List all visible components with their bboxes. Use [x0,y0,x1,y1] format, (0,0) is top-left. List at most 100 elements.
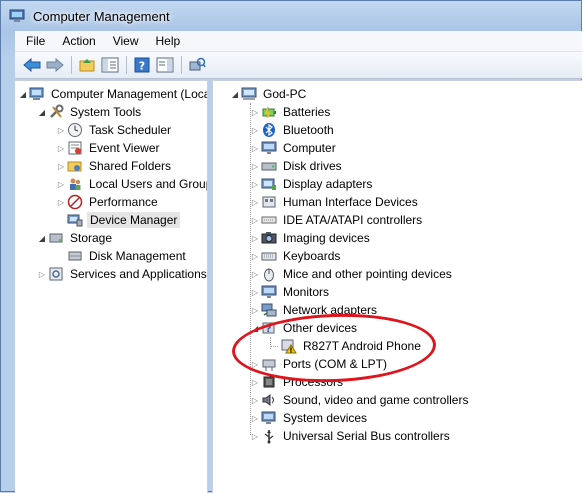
device-tree-item[interactable]: ▷ Processors [249,373,345,391]
expand-arrow-icon[interactable]: ▷ [36,265,48,283]
device-tree-item-label: Batteries [283,105,331,119]
console-tree-item[interactable]: ▷ Services and Applications [36,265,207,283]
device-tree-item-label: Ports (COM & LPT) [283,357,388,371]
device-tree-item[interactable]: ▷ System devices [249,409,369,427]
device-tree-item[interactable]: ▷ Display adapters [249,175,374,193]
console-tree-pane[interactable]: ◢ Computer Management (Local ◢ System Tools… [15,80,208,493]
device-tree-item[interactable]: ▷ Batteries [249,103,332,121]
console-tree-item-label: Shared Folders [89,159,172,173]
console-tree-item[interactable]: ◢ System Tools [36,103,143,121]
device-tree-item-label: IDE ATA/ATAPI controllers [283,213,423,227]
device-tree-item[interactable]: ▷ Network adapters [249,301,379,319]
device-tree-item[interactable]: ▷ Human Interface Devices [249,193,420,211]
device-tree-item[interactable]: ▷ Monitors [249,283,331,301]
expand-arrow-icon[interactable]: ▷ [55,175,67,193]
help-icon[interactable]: ? [131,54,153,76]
device-tree-item[interactable]: ▷ Keyboards [249,247,342,265]
mouse-icon [261,266,277,282]
up-folder-icon[interactable] [76,54,98,76]
device-tree-item-label: Bluetooth [283,123,334,137]
tree-connector-line [270,346,278,347]
console-tree-item[interactable]: Disk Management [55,247,188,265]
port-icon [261,356,277,372]
collapse-arrow-icon[interactable]: ◢ [17,85,29,103]
device-tree-item-label: Network adapters [283,303,378,317]
console-tree-item[interactable]: ▷ Performance [55,193,160,211]
console-tree-item[interactable]: ◢ Storage [36,229,114,247]
device-tree-item[interactable]: ▷ Sound, video and game controllers [249,391,470,409]
console-tree-item[interactable]: Device Manager [55,211,181,229]
console-tree-item-label: Performance [89,195,158,209]
usb-icon [261,428,277,444]
console-tree-item-label: System Tools [70,105,142,119]
device-tree-item[interactable]: ▷ IDE ATA/ATAPI controllers [249,211,424,229]
console-tree-item-label: Services and Applications [70,267,207,281]
console-tree-item[interactable]: ▷ Shared Folders [55,157,173,175]
show-hide-console-tree-icon[interactable] [99,54,121,76]
collapse-arrow-icon[interactable]: ◢ [36,103,48,121]
disk-drive-icon [261,158,277,174]
device-tree-item[interactable]: ▷ Bluetooth [249,121,336,139]
svg-text:!: ! [289,347,292,355]
console-tree-item-label: Task Scheduler [89,123,172,137]
device-manager-icon [67,212,83,228]
expand-arrow-icon[interactable]: ▷ [55,139,67,157]
device-tree-item-label: Keyboards [283,249,341,263]
expand-arrow-icon[interactable]: ▷ [55,157,67,175]
system-devices-icon [261,410,277,426]
services-icon [48,266,64,282]
console-tree-item-label: Device Manager [87,212,181,228]
console-tree-item[interactable]: ◢ Computer Management (Local [17,85,208,103]
scan-hardware-icon[interactable] [186,54,208,76]
console-tree-item-label: Computer Management (Local [51,87,208,101]
tree-connector-line [250,103,251,435]
device-tree-item[interactable]: ◢ God-PC [229,85,308,103]
console-tree-item[interactable]: ▷ Task Scheduler [55,121,173,139]
toolbar-separator [126,56,127,74]
menu-action[interactable]: Action [51,34,101,48]
computer-icon [241,86,257,102]
menu-view[interactable]: View [102,34,145,48]
device-tree-item-label: Universal Serial Bus controllers [283,429,450,443]
menu-help[interactable]: Help [145,34,187,48]
console-tree-item-label: Storage [70,231,113,245]
expand-arrow-icon[interactable]: ▷ [55,121,67,139]
computer-management-icon [9,8,25,24]
device-tree-item-label: Imaging devices [283,231,370,245]
device-tree-item[interactable]: ▷ Mice and other pointing devices [249,265,454,283]
tree-connector-line [270,337,271,349]
window-title: Computer Management [33,8,170,24]
console-tree-item[interactable]: ▷ Local Users and Groups [55,175,208,193]
device-tree-pane[interactable]: ◢ God-PC ▷ Batteries ▷ Bluetooth ▷ Computer ▷ Dis… [212,80,582,493]
device-tree-item-label: God-PC [263,87,307,101]
forward-arrow-icon[interactable] [44,54,66,76]
title-bar[interactable]: Computer Management [1,1,581,31]
collapse-arrow-icon[interactable]: ◢ [36,229,48,247]
device-tree-item[interactable]: ◢? Other devices [249,319,359,337]
device-tree-item[interactable]: ▷ Disk drives [249,157,344,175]
back-arrow-icon[interactable] [21,54,43,76]
show-hide-action-pane-icon[interactable] [154,54,176,76]
device-tree-item[interactable]: ▷ Universal Serial Bus controllers [249,427,452,445]
toolbar: ? [15,52,582,79]
device-tree-item-label: Mice and other pointing devices [283,267,452,281]
ide-icon [261,212,277,228]
device-tree-item-label: Display adapters [283,177,373,191]
performance-icon [67,194,83,210]
device-tree-item-label: Computer [283,141,336,155]
device-tree-item[interactable]: ▷ Computer [249,139,338,157]
device-tree-item-label: Monitors [283,285,330,299]
device-tree-item[interactable]: ! R827T Android Phone [269,337,423,355]
device-tree-item[interactable]: ▷ Imaging devices [249,229,372,247]
toolbar-separator [71,56,72,74]
menu-file[interactable]: File [15,34,51,48]
console-tree-item-label: Event Viewer [89,141,160,155]
console-tree-item-label: Local Users and Groups [89,177,208,191]
device-tree-item[interactable]: ▷ Ports (COM & LPT) [249,355,389,373]
tools-icon [48,104,64,120]
collapse-arrow-icon[interactable]: ◢ [229,85,241,103]
console-tree-item[interactable]: ▷ Event Viewer [55,139,161,157]
expand-arrow-icon[interactable]: ▷ [55,193,67,211]
